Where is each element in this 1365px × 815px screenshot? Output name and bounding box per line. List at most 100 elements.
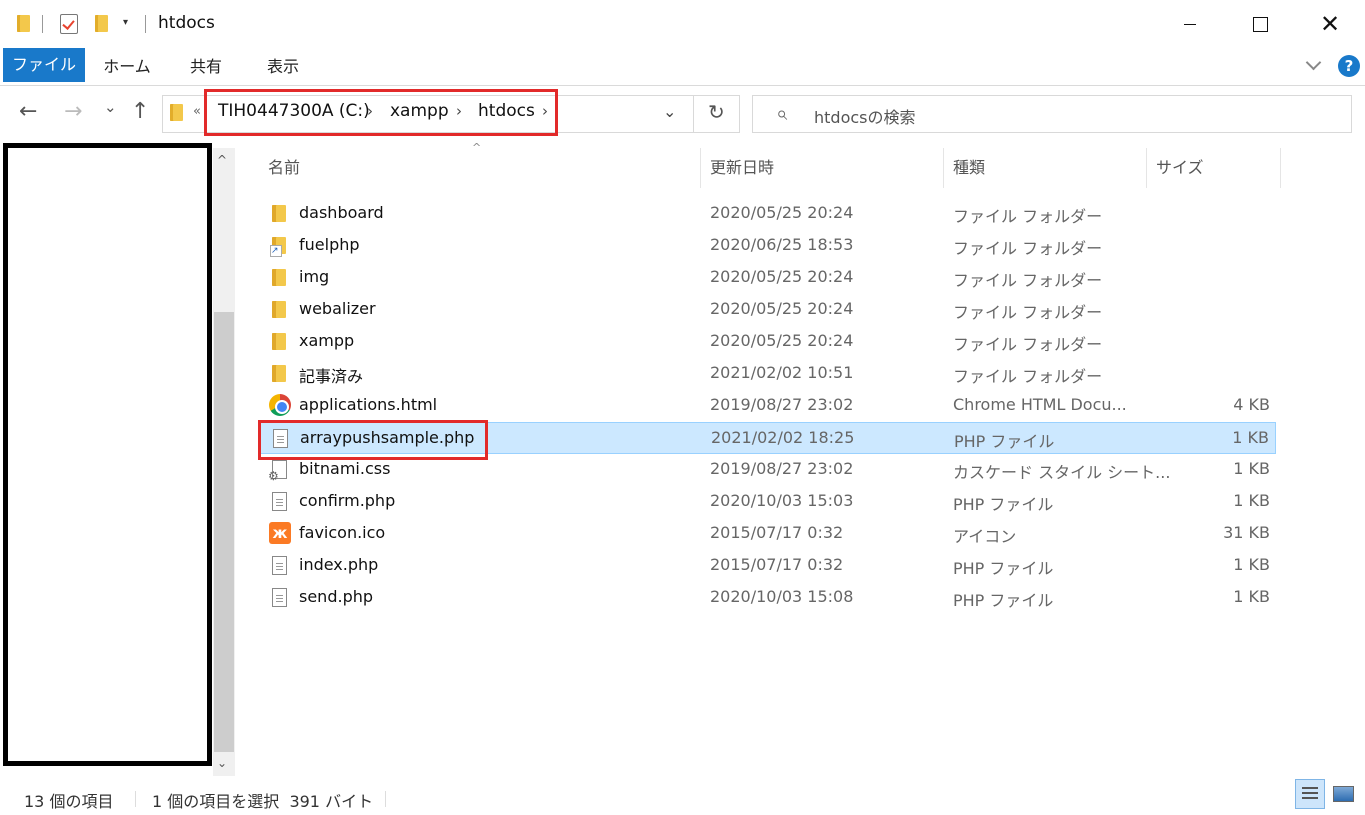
file-date: 2020/06/25 18:53 <box>710 235 854 254</box>
file-row-img[interactable]: img 2020/05/25 20:24 ファイル フォルダー <box>258 262 1276 294</box>
window-title: htdocs <box>158 13 215 33</box>
document-icon <box>272 556 287 575</box>
ribbon-tabs: ファイル ホーム 共有 表示 <box>0 48 1365 86</box>
separator <box>385 791 386 807</box>
file-size: 1 KB <box>1233 459 1270 478</box>
expand-ribbon-chevron-icon[interactable] <box>1305 54 1322 71</box>
scroll-up-icon[interactable]: ^ <box>217 153 227 167</box>
selection-info: 1 個の項目を選択 391 バイト <box>152 792 374 811</box>
large-icons-view-icon[interactable] <box>1328 779 1358 809</box>
file-type: ファイル フォルダー <box>953 335 1103 354</box>
tab-view[interactable]: 表示 <box>252 50 314 84</box>
file-row-fuelphp[interactable]: fuelphp 2020/06/25 18:53 ファイル フォルダー <box>258 230 1276 262</box>
column-header-date[interactable]: 更新日時 <box>710 157 774 187</box>
file-name: xampp <box>299 331 355 350</box>
close-icon: ✕ <box>1319 10 1341 38</box>
new-folder-icon[interactable] <box>95 15 108 32</box>
search-icon: ⌕ <box>776 101 788 125</box>
minimize-button[interactable] <box>1155 0 1225 48</box>
tab-share[interactable]: 共有 <box>176 50 236 84</box>
file-row-kijizumi[interactable]: 記事済み 2021/02/02 10:51 ファイル フォルダー <box>258 358 1276 390</box>
details-view-icon[interactable] <box>1295 779 1325 809</box>
file-row-webalizer[interactable]: webalizer 2020/05/25 20:24 ファイル フォルダー <box>258 294 1276 326</box>
xampp-icon: ж <box>269 522 291 544</box>
folder-icon <box>272 205 286 222</box>
file-size: 4 KB <box>1233 395 1270 414</box>
file-name: send.php <box>299 587 374 606</box>
properties-check-icon[interactable] <box>60 14 78 34</box>
file-name: bitnami.css <box>299 459 391 478</box>
file-date: 2020/10/03 15:03 <box>710 491 854 510</box>
file-row-dashboard[interactable]: dashboard 2020/05/25 20:24 ファイル フォルダー <box>258 198 1276 230</box>
file-size: 1 KB <box>1233 491 1270 510</box>
file-type: Chrome HTML Docu... <box>953 395 1127 414</box>
up-arrow-icon[interactable]: ↑ <box>131 99 149 124</box>
file-type: ファイル フォルダー <box>953 303 1103 322</box>
column-header-size[interactable]: サイズ <box>1156 157 1204 187</box>
tab-home[interactable]: ホーム <box>93 50 161 84</box>
file-date: 2020/05/25 20:24 <box>710 331 854 350</box>
folder-icon <box>170 104 183 121</box>
css-icon <box>268 460 287 483</box>
file-row-applications-html[interactable]: applications.html 2019/08/27 23:02 Chrom… <box>258 390 1276 422</box>
file-row-index-php[interactable]: index.php 2015/07/17 0:32 PHP ファイル 1 KB <box>258 550 1276 582</box>
column-header-name[interactable]: 名前 <box>268 157 300 187</box>
column-divider[interactable] <box>1146 148 1147 188</box>
address-dropdown-icon[interactable]: ⌄ <box>663 102 676 121</box>
chrome-icon <box>269 394 291 416</box>
breadcrumb-overflow-icon[interactable]: « <box>193 104 201 119</box>
separator <box>145 15 146 33</box>
file-date: 2020/05/25 20:24 <box>710 299 854 318</box>
file-date: 2019/08/27 23:02 <box>710 395 854 414</box>
file-type: アイコン <box>953 527 1017 546</box>
file-name: confirm.php <box>299 491 396 510</box>
document-icon <box>272 588 287 607</box>
maximize-button[interactable] <box>1225 0 1295 48</box>
file-type: PHP ファイル <box>953 591 1054 610</box>
file-date: 2015/07/17 0:32 <box>710 555 844 574</box>
file-size: 1 KB <box>1233 555 1270 574</box>
column-divider[interactable] <box>943 148 944 188</box>
navigation-pane-redacted <box>3 143 212 766</box>
folder-icon <box>272 365 286 382</box>
file-date: 2021/02/02 18:25 <box>711 428 855 447</box>
column-divider[interactable] <box>700 148 701 188</box>
column-divider[interactable] <box>1280 148 1281 188</box>
file-row-favicon-ico[interactable]: ж favicon.ico 2015/07/17 0:32 アイコン 31 KB <box>258 518 1276 550</box>
back-arrow-icon[interactable]: ← <box>19 99 37 124</box>
tab-file[interactable]: ファイル <box>3 48 85 82</box>
file-type: ファイル フォルダー <box>953 367 1103 386</box>
scroll-down-icon[interactable]: ⌄ <box>217 756 227 770</box>
forward-arrow-icon[interactable]: → <box>64 99 82 124</box>
file-name: index.php <box>299 555 379 574</box>
recent-locations-chevron-icon[interactable]: ⌄ <box>104 98 117 116</box>
close-button[interactable]: ✕ <box>1295 0 1365 48</box>
file-type: PHP ファイル <box>954 432 1055 451</box>
file-row-send-php[interactable]: send.php 2020/10/03 15:08 PHP ファイル 1 KB <box>258 582 1276 614</box>
file-date: 2019/08/27 23:02 <box>710 459 854 478</box>
file-row-xampp[interactable]: xampp 2020/05/25 20:24 ファイル フォルダー <box>258 326 1276 358</box>
search-placeholder: htdocsの検索 <box>814 108 916 127</box>
file-date: 2020/05/25 20:24 <box>710 203 854 222</box>
file-row-confirm-php[interactable]: confirm.php 2020/10/03 15:03 PHP ファイル 1 … <box>258 486 1276 518</box>
customize-quick-access-icon[interactable]: ▾ <box>123 17 128 28</box>
folder-icon <box>272 269 286 286</box>
file-name: dashboard <box>299 203 384 222</box>
file-date: 2021/02/02 10:51 <box>710 363 854 382</box>
folder-icon <box>272 301 286 318</box>
help-icon[interactable]: ? <box>1338 55 1360 77</box>
separator <box>135 791 136 807</box>
file-date: 2020/05/25 20:24 <box>710 267 854 286</box>
selection-highlight-box <box>258 420 488 460</box>
folder-icon <box>272 333 286 350</box>
refresh-icon[interactable]: ↻ <box>708 100 725 124</box>
file-size: 1 KB <box>1233 587 1270 606</box>
file-size: 31 KB <box>1223 523 1270 542</box>
file-name: favicon.ico <box>299 523 386 542</box>
scrollbar-thumb[interactable] <box>214 312 234 752</box>
file-type: ファイル フォルダー <box>953 271 1103 290</box>
folder-icon <box>17 15 30 32</box>
file-type: ファイル フォルダー <box>953 239 1103 258</box>
column-header-type[interactable]: 種類 <box>953 157 985 187</box>
item-count: 13 個の項目 <box>24 792 114 811</box>
